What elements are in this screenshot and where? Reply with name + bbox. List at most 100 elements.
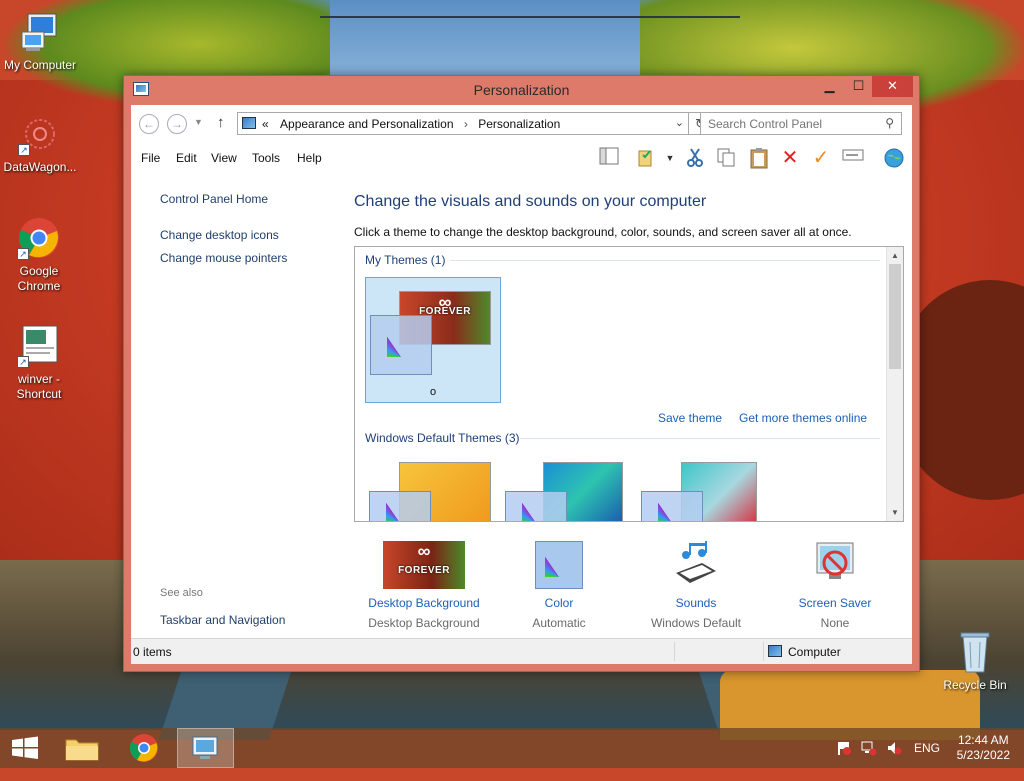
up-arrow-icon[interactable]: ↑: [217, 114, 225, 131]
recent-pages-chevron-down-icon[interactable]: ▼: [194, 117, 203, 127]
my-themes-label: My Themes (1): [365, 253, 446, 267]
theme-settings: ∞ FOREVER Desktop Background Desktop Bac…: [354, 541, 914, 641]
language-indicator[interactable]: ENG: [914, 741, 940, 781]
theme-item-selected[interactable]: ∞ FOREVER o: [365, 277, 501, 403]
desktop-icon-google-chrome[interactable]: ↗ Google Chrome: [0, 216, 79, 294]
minimize-button[interactable]: ▁: [815, 76, 844, 97]
color-palette-icon: [545, 553, 573, 577]
desktop-background-value: Desktop Background: [368, 616, 480, 630]
color-link[interactable]: Color: [489, 596, 629, 610]
desktop-icon-label: DataWagon...: [3, 160, 77, 174]
desktop-background-thumbnail: ∞ FOREVER: [383, 541, 465, 589]
taskbar-navigation-link[interactable]: Taskbar and Navigation: [160, 613, 285, 627]
recycle-bin-icon: [953, 630, 997, 674]
scroll-up-arrow-icon[interactable]: ▲: [887, 247, 903, 264]
maximize-button[interactable]: ☐: [844, 76, 873, 97]
address-chevron-down-icon[interactable]: ⌄: [675, 116, 684, 129]
desktop-background-setting[interactable]: ∞ FOREVER Desktop Background Desktop Bac…: [354, 541, 494, 630]
title-bar[interactable]: Personalization ▁ ☐ ✕: [124, 76, 919, 104]
desktop-icon-my-computer[interactable]: My Computer: [0, 10, 80, 73]
breadcrumb-overflow[interactable]: «: [262, 117, 269, 131]
desktop-icon-datawagon[interactable]: ↗ DataWagon...: [0, 112, 80, 175]
control-panel-taskbar-button[interactable]: [177, 728, 234, 768]
change-mouse-pointers-link[interactable]: Change mouse pointers: [160, 251, 287, 265]
content-area: Control Panel Home Change desktop icons …: [131, 173, 912, 638]
computer-icon: [18, 10, 62, 54]
desktop-icon-recycle-bin[interactable]: Recycle Bin: [935, 630, 1015, 693]
system-clock[interactable]: 12:44 AM 5/23/2022: [957, 733, 1010, 763]
search-box[interactable]: ⚲: [700, 112, 902, 135]
change-desktop-icons-link[interactable]: Change desktop icons: [160, 228, 279, 242]
search-input[interactable]: [701, 113, 871, 134]
desktop-background-link[interactable]: Desktop Background: [354, 596, 494, 610]
screen-saver-link[interactable]: Screen Saver: [765, 596, 905, 610]
menu-view[interactable]: View: [211, 151, 237, 165]
desktop-icon-label: Recycle Bin: [943, 678, 1007, 692]
globe-icon[interactable]: [883, 147, 905, 169]
winver-icon: ↗: [17, 324, 61, 368]
page-subtitle: Click a theme to change the desktop back…: [354, 225, 852, 239]
desktop-icon-label: winver - Shortcut: [16, 372, 62, 401]
control-panel-home-link[interactable]: Control Panel Home: [160, 192, 268, 206]
screen-saver-icon: [811, 541, 859, 589]
file-explorer-taskbar-button[interactable]: [56, 728, 108, 768]
scroll-down-arrow-icon[interactable]: ▼: [887, 504, 903, 521]
layout-icon[interactable]: [598, 147, 620, 169]
sounds-setting[interactable]: Sounds Windows Default: [626, 541, 766, 630]
menu-edit[interactable]: Edit: [176, 151, 197, 165]
thumbnail-text: FOREVER: [398, 565, 450, 576]
group-divider: [520, 438, 880, 439]
breadcrumb-appearance[interactable]: Appearance and Personalization: [280, 117, 453, 131]
start-button[interactable]: [0, 728, 52, 768]
personalization-window: Personalization ▁ ☐ ✕ ← → ▼ ↑ « Appearan…: [123, 75, 920, 672]
network-icon[interactable]: [861, 740, 879, 780]
address-bar[interactable]: « Appearance and Personalization › Perso…: [237, 112, 689, 135]
theme-item-flowers[interactable]: [641, 459, 771, 521]
back-button[interactable]: ←: [139, 114, 159, 134]
color-palette-thumbnail: [641, 491, 703, 521]
breadcrumb-separator[interactable]: ›: [464, 117, 468, 131]
status-divider: [763, 642, 764, 661]
breadcrumb-personalization[interactable]: Personalization: [478, 117, 560, 131]
properties-chevron-down-icon[interactable]: ▼: [659, 147, 681, 169]
volume-muted-icon[interactable]: [886, 740, 904, 780]
window-body: ← → ▼ ↑ « Appearance and Personalization…: [131, 105, 912, 664]
scroll-thumb[interactable]: [889, 264, 901, 369]
sounds-link[interactable]: Sounds: [626, 596, 766, 610]
page-title: Change the visuals and sounds on your co…: [354, 193, 707, 210]
desktop-icon-winver[interactable]: ↗ winver - Shortcut: [0, 324, 79, 402]
color-palette-thumbnail: [369, 491, 431, 521]
shortcut-arrow-icon: ↗: [18, 144, 30, 156]
forward-button[interactable]: →: [167, 114, 187, 134]
status-location: Computer: [788, 645, 841, 659]
chrome-taskbar-button[interactable]: [118, 728, 170, 768]
theme-item-lines-and-colors[interactable]: [505, 459, 635, 521]
color-value: Automatic: [532, 616, 586, 630]
status-bar: 0 items Computer: [131, 638, 912, 664]
network-flag-icon[interactable]: [836, 740, 854, 780]
close-button[interactable]: ✕: [872, 76, 913, 97]
cut-icon[interactable]: [684, 147, 706, 169]
save-theme-link[interactable]: Save theme: [658, 411, 722, 425]
color-palette-thumbnail: [505, 491, 567, 521]
copy-icon[interactable]: [715, 147, 737, 169]
sounds-icon: [672, 541, 720, 589]
menu-toolbar-row: File Edit View Tools Help ▼ ✕ ✓: [131, 143, 912, 173]
properties-icon[interactable]: [635, 147, 657, 169]
color-palette-icon: [658, 499, 686, 521]
screen-saver-setting[interactable]: Screen Saver None: [765, 541, 905, 630]
menu-tools[interactable]: Tools: [252, 151, 280, 165]
group-divider: [450, 260, 880, 261]
rename-icon[interactable]: [842, 147, 864, 169]
checkmark-icon[interactable]: ✓: [810, 147, 832, 169]
color-palette-thumbnail: [370, 315, 432, 375]
color-setting[interactable]: Color Automatic: [489, 541, 629, 630]
search-icon[interactable]: ⚲: [885, 116, 894, 130]
get-more-themes-link[interactable]: Get more themes online: [739, 411, 867, 425]
theme-list-scrollbar[interactable]: ▲ ▼: [886, 247, 903, 521]
theme-item-windows[interactable]: [369, 462, 499, 521]
paste-icon[interactable]: [748, 147, 770, 169]
menu-file[interactable]: File: [141, 151, 160, 165]
delete-icon[interactable]: ✕: [779, 147, 801, 169]
menu-help[interactable]: Help: [297, 151, 322, 165]
